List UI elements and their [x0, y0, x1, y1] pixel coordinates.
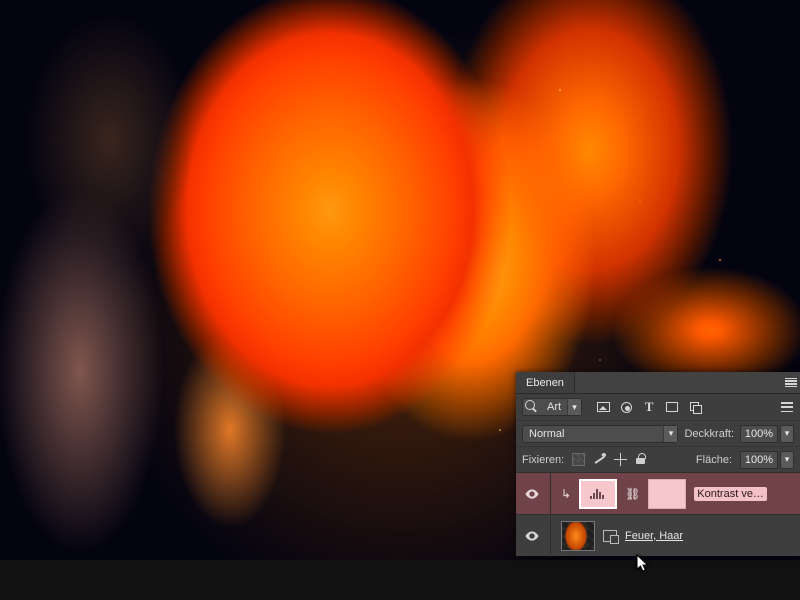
chevron-down-icon: ▾	[567, 399, 581, 415]
layer-filter-row: Art ▾ T	[516, 394, 800, 420]
panel-menu-button[interactable]	[782, 372, 800, 393]
mask-link-icon[interactable]: ⛓	[625, 487, 640, 501]
panel-tab-bar: Ebenen	[516, 372, 800, 394]
layer-thumbnail[interactable]	[561, 521, 595, 551]
layer-filter-type-select[interactable]: Art ▾	[522, 398, 582, 416]
blend-opacity-row: Normal ▾ Deckkraft: 100% ▾	[516, 420, 800, 446]
lock-all-icon[interactable]	[635, 453, 646, 464]
filter-adjustment-icon[interactable]	[619, 400, 633, 414]
filter-toggle-icon[interactable]	[780, 400, 794, 414]
search-icon	[525, 400, 539, 414]
layer-row-adjustment[interactable]: ↳ ⛓ Kontrast ve…	[516, 472, 800, 514]
filter-text-icon[interactable]: T	[642, 400, 656, 414]
status-bar	[0, 560, 800, 600]
lock-pixels-icon[interactable]	[593, 453, 606, 466]
layer-row-smartobject[interactable]: Feuer, Haar	[516, 514, 800, 556]
fill-stepper[interactable]: ▾	[780, 451, 794, 469]
layers-panel: Ebenen Art ▾ T Normal ▾ Deckkraft: 100	[516, 372, 800, 556]
layer-name[interactable]: Feuer, Haar	[625, 530, 683, 542]
opacity-label: Deckkraft:	[684, 428, 734, 440]
mask-thumbnail[interactable]	[648, 479, 686, 509]
lock-label: Fixieren:	[522, 454, 564, 466]
adjustment-thumbnail[interactable]	[579, 479, 617, 509]
fill-input[interactable]: 100%	[740, 451, 778, 469]
layer-name[interactable]: Kontrast ve…	[694, 487, 767, 501]
eye-icon	[524, 486, 540, 502]
filter-smartobject-icon[interactable]	[688, 400, 702, 414]
visibility-toggle[interactable]	[524, 486, 540, 502]
fill-label: Fläche:	[696, 454, 732, 466]
lock-position-icon[interactable]	[614, 453, 627, 466]
tab-layers[interactable]: Ebenen	[516, 372, 575, 393]
smart-object-icon	[603, 530, 617, 542]
filter-shape-icon[interactable]	[665, 400, 679, 414]
opacity-stepper[interactable]: ▾	[780, 425, 794, 443]
opacity-input[interactable]: 100%	[740, 425, 778, 443]
chevron-down-icon: ▾	[663, 426, 677, 442]
filter-pixel-icon[interactable]	[596, 400, 610, 414]
visibility-toggle[interactable]	[524, 528, 540, 544]
lock-transparency-icon[interactable]	[572, 453, 585, 466]
clip-indicator-icon: ↳	[561, 487, 571, 501]
blend-mode-select[interactable]: Normal ▾	[522, 425, 678, 443]
eye-icon	[524, 528, 540, 544]
levels-icon	[588, 487, 608, 501]
layers-list: ↳ ⛓ Kontrast ve… Feuer, Haar	[516, 472, 800, 556]
lock-fill-row: Fixieren: Fläche: 100% ▾	[516, 446, 800, 472]
